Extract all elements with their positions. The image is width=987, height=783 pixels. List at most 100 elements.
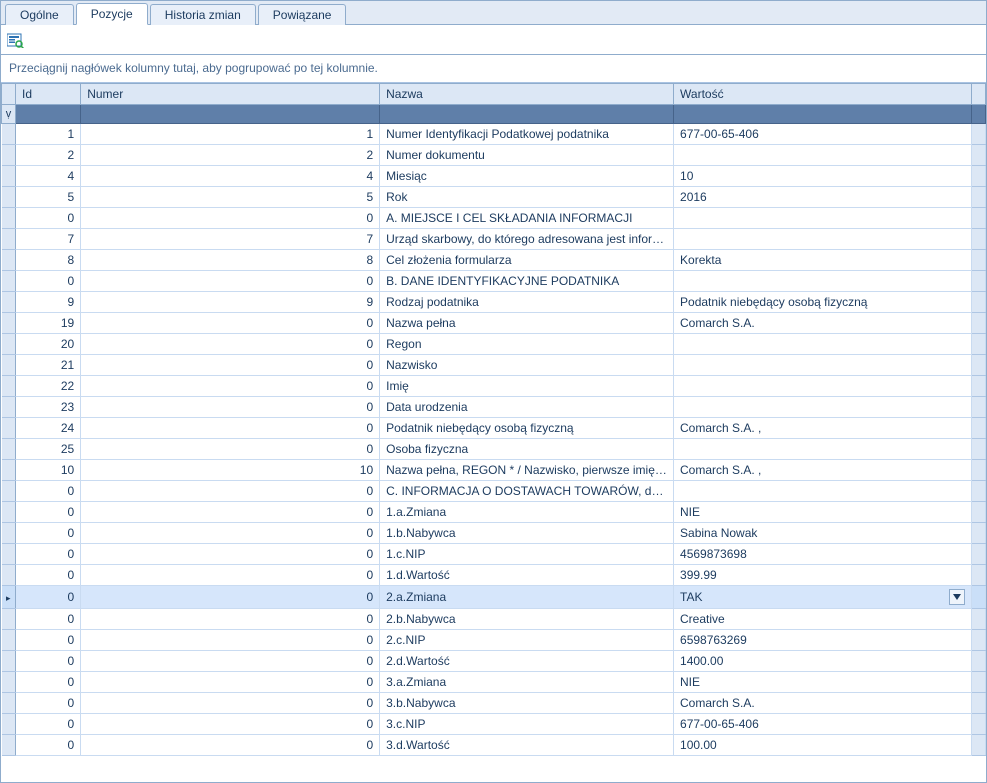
table-row[interactable]: 88Cel złożenia formularzaKorekta (2, 250, 986, 271)
cell-id[interactable]: 25 (16, 439, 81, 460)
cell-numer[interactable]: 0 (81, 672, 380, 693)
table-row[interactable]: 003.b.NabywcaComarch S.A. (2, 693, 986, 714)
table-row[interactable]: 77Urząd skarbowy, do którego adresowana … (2, 229, 986, 250)
col-header-wartosc[interactable]: Wartość (674, 84, 972, 105)
cell-nazwa[interactable]: 3.a.Zmiana (380, 672, 674, 693)
cell-numer[interactable]: 0 (81, 714, 380, 735)
cell-id[interactable]: 0 (16, 693, 81, 714)
dropdown-button[interactable] (949, 589, 965, 605)
cell-id[interactable]: 10 (16, 460, 81, 481)
cell-id[interactable]: 4 (16, 166, 81, 187)
cell-numer[interactable]: 0 (81, 418, 380, 439)
cell-wartosc[interactable] (674, 355, 972, 376)
cell-id[interactable]: 23 (16, 397, 81, 418)
cell-nazwa[interactable]: Nazwisko (380, 355, 674, 376)
table-row[interactable]: 00B. DANE IDENTYFIKACYJNE PODATNIKA (2, 271, 986, 292)
tab-ogolne[interactable]: Ogólne (5, 4, 74, 25)
table-row[interactable]: 220Imię (2, 376, 986, 397)
group-by-hint[interactable]: Przeciągnij nagłówek kolumny tutaj, aby … (1, 55, 986, 83)
cell-nazwa[interactable]: Urząd skarbowy, do którego adresowana je… (380, 229, 674, 250)
table-row[interactable]: 001.c.NIP4569873698 (2, 544, 986, 565)
table-row[interactable]: 240Podatnik niebędący osobą fizycznąComa… (2, 418, 986, 439)
cell-wartosc[interactable]: 4569873698 (674, 544, 972, 565)
cell-numer[interactable]: 0 (81, 397, 380, 418)
cell-wartosc[interactable]: NIE (674, 672, 972, 693)
cell-nazwa[interactable]: Nazwa pełna (380, 313, 674, 334)
cell-id[interactable]: 0 (16, 672, 81, 693)
cell-numer[interactable]: 0 (81, 502, 380, 523)
cell-wartosc[interactable] (674, 145, 972, 166)
cell-id[interactable]: 20 (16, 334, 81, 355)
cell-id[interactable]: 0 (16, 586, 81, 609)
cell-nazwa[interactable]: Rok (380, 187, 674, 208)
cell-numer[interactable]: 0 (81, 439, 380, 460)
cell-wartosc-value[interactable]: TAK (680, 590, 945, 604)
col-header-id[interactable]: Id (16, 84, 81, 105)
cell-nazwa[interactable]: 2.a.Zmiana (380, 586, 674, 609)
cell-numer[interactable]: 10 (81, 460, 380, 481)
cell-numer[interactable]: 0 (81, 630, 380, 651)
cell-wartosc[interactable]: 677-00-65-406 (674, 714, 972, 735)
filter-wartosc[interactable] (674, 105, 972, 124)
cell-numer[interactable]: 0 (81, 544, 380, 565)
cell-nazwa[interactable]: Miesiąc (380, 166, 674, 187)
cell-nazwa[interactable]: Cel złożenia formularza (380, 250, 674, 271)
cell-wartosc[interactable]: Comarch S.A. , (674, 418, 972, 439)
cell-id[interactable]: 2 (16, 145, 81, 166)
cell-nazwa[interactable]: A. MIEJSCE I CEL SKŁADANIA INFORMACJI (380, 208, 674, 229)
cell-nazwa[interactable]: 1.d.Wartość (380, 565, 674, 586)
cell-wartosc[interactable] (674, 376, 972, 397)
cell-wartosc[interactable] (674, 271, 972, 292)
cell-id[interactable]: 0 (16, 481, 81, 502)
cell-nazwa[interactable]: B. DANE IDENTYFIKACYJNE PODATNIKA (380, 271, 674, 292)
cell-numer[interactable]: 0 (81, 355, 380, 376)
cell-numer[interactable]: 0 (81, 313, 380, 334)
report-icon[interactable] (7, 32, 25, 48)
cell-numer[interactable]: 0 (81, 481, 380, 502)
cell-nazwa[interactable]: Podatnik niebędący osobą fizyczną (380, 418, 674, 439)
cell-id[interactable]: 1 (16, 124, 81, 145)
cell-wartosc[interactable] (674, 334, 972, 355)
cell-id[interactable]: 24 (16, 418, 81, 439)
table-row[interactable]: 001.a.ZmianaNIE (2, 502, 986, 523)
table-row[interactable]: 00C. INFORMACJA O DOSTAWACH TOWARÓW, do … (2, 481, 986, 502)
table-row[interactable]: 22Numer dokumentu (2, 145, 986, 166)
cell-wartosc[interactable]: 2016 (674, 187, 972, 208)
cell-nazwa[interactable]: Rodzaj podatnika (380, 292, 674, 313)
table-row[interactable]: ▸002.a.ZmianaTAK (2, 586, 986, 609)
cell-wartosc[interactable]: Sabina Nowak (674, 523, 972, 544)
table-row[interactable]: 200Regon (2, 334, 986, 355)
table-row[interactable]: 99Rodzaj podatnikaPodatnik niebędący oso… (2, 292, 986, 313)
tab-powiazane[interactable]: Powiązane (258, 4, 347, 25)
cell-nazwa[interactable]: 2.b.Nabywca (380, 609, 674, 630)
cell-id[interactable]: 0 (16, 714, 81, 735)
cell-numer[interactable]: 0 (81, 693, 380, 714)
table-row[interactable]: 00A. MIEJSCE I CEL SKŁADANIA INFORMACJI (2, 208, 986, 229)
cell-nazwa[interactable]: C. INFORMACJA O DOSTAWACH TOWARÓW, do kt… (380, 481, 674, 502)
cell-nazwa[interactable]: Osoba fizyczna (380, 439, 674, 460)
cell-nazwa[interactable]: 3.b.Nabywca (380, 693, 674, 714)
filter-id[interactable] (16, 105, 81, 124)
cell-id[interactable]: 0 (16, 565, 81, 586)
cell-nazwa[interactable]: 1.c.NIP (380, 544, 674, 565)
cell-numer[interactable]: 8 (81, 250, 380, 271)
table-row[interactable]: 190Nazwa pełnaComarch S.A. (2, 313, 986, 334)
cell-numer[interactable]: 0 (81, 208, 380, 229)
table-row[interactable]: 001.d.Wartość399.99 (2, 565, 986, 586)
cell-nazwa[interactable]: 2.c.NIP (380, 630, 674, 651)
table-row[interactable]: 003.c.NIP677-00-65-406 (2, 714, 986, 735)
cell-id[interactable]: 0 (16, 523, 81, 544)
tab-pozycje[interactable]: Pozycje (76, 3, 148, 25)
table-row[interactable]: 44Miesiąc10 (2, 166, 986, 187)
cell-numer[interactable]: 5 (81, 187, 380, 208)
cell-nazwa[interactable]: Regon (380, 334, 674, 355)
cell-nazwa[interactable]: Data urodzenia (380, 397, 674, 418)
cell-numer[interactable]: 0 (81, 586, 380, 609)
cell-nazwa[interactable]: Numer Identyfikacji Podatkowej podatnika (380, 124, 674, 145)
cell-wartosc[interactable]: 677-00-65-406 (674, 124, 972, 145)
cell-numer[interactable]: 7 (81, 229, 380, 250)
cell-numer[interactable]: 0 (81, 609, 380, 630)
cell-wartosc[interactable]: Creative (674, 609, 972, 630)
table-row[interactable]: 002.b.NabywcaCreative (2, 609, 986, 630)
cell-wartosc[interactable]: 6598763269 (674, 630, 972, 651)
